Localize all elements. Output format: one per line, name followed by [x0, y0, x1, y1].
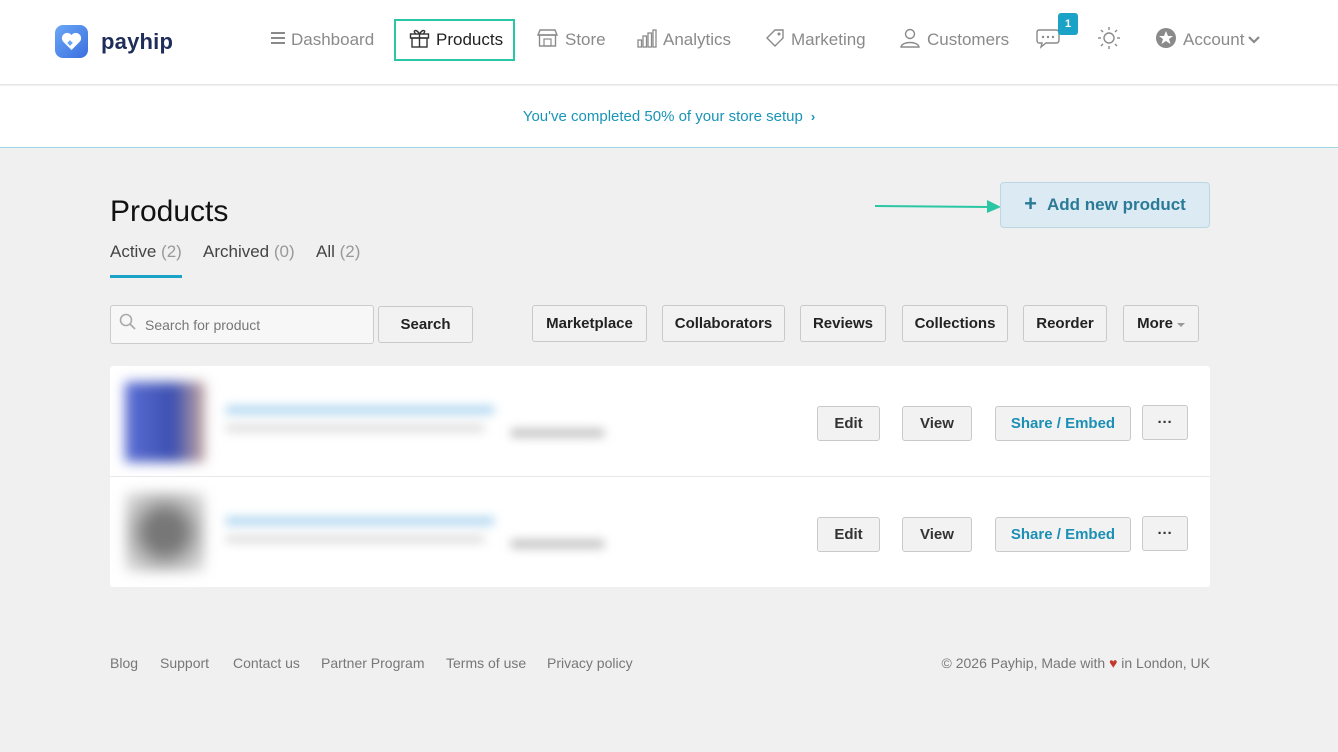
product-list: Edit View Share / Embed ··· Edit View Sh… [110, 366, 1210, 587]
reviews-button[interactable]: Reviews [800, 305, 886, 342]
product-meta-blurred [225, 535, 485, 543]
more-dropdown[interactable]: More [1123, 305, 1199, 342]
collections-button[interactable]: Collections [902, 305, 1008, 342]
footer-link-terms[interactable]: Terms of use [446, 655, 526, 671]
nav-products-label: Products [436, 30, 504, 49]
nav-store[interactable]: Store [536, 20, 606, 60]
product-search-field[interactable] [110, 305, 374, 344]
share-embed-button[interactable]: Share / Embed [995, 406, 1131, 441]
share-embed-button[interactable]: Share / Embed [995, 517, 1131, 552]
edit-button[interactable]: Edit [817, 517, 880, 552]
product-thumbnail [125, 382, 205, 462]
page-title: Products [110, 195, 229, 228]
tab-all-count: (2) [339, 242, 361, 261]
nav-products[interactable]: Products [394, 19, 516, 61]
tab-archived-count: (0) [273, 242, 295, 261]
search-input[interactable] [145, 316, 365, 333]
footer-link-blog[interactable]: Blog [110, 655, 138, 671]
chevron-down-icon [1248, 30, 1266, 50]
nav-account-label: Account [1183, 30, 1245, 49]
setup-banner-text: You've completed 50% of your store setup [522, 108, 803, 125]
footer-link-contact[interactable]: Contact us [233, 655, 300, 671]
hamburger-icon [271, 30, 291, 50]
reorder-button[interactable]: Reorder [1023, 305, 1107, 342]
nav-marketing[interactable]: Marketing [765, 20, 866, 60]
product-price-blurred [510, 429, 605, 437]
arrow-right-icon [874, 196, 1003, 221]
search-icon [119, 313, 137, 336]
row-divider [110, 476, 1210, 477]
sun-icon [1097, 26, 1127, 55]
tab-active[interactable]: Active (2) [110, 242, 182, 262]
active-tab-indicator [110, 275, 182, 278]
footer-link-privacy[interactable]: Privacy policy [547, 655, 633, 671]
tab-active-label: Active [110, 242, 157, 261]
product-title-blurred [225, 517, 495, 525]
marketplace-button[interactable]: Marketplace [532, 305, 647, 342]
edit-button[interactable]: Edit [817, 406, 880, 441]
add-new-product-label: Add new product [1047, 195, 1186, 214]
plus-icon: + [1024, 190, 1038, 216]
brand-name: payhip [101, 28, 174, 54]
nav-analytics[interactable]: Analytics [637, 20, 731, 60]
nav-dashboard-label: Dashboard [291, 30, 375, 49]
row-options-button[interactable]: ··· [1142, 405, 1188, 440]
top-navigation-bar: payhip Dashboard Products Store Analytic… [0, 0, 1338, 85]
add-new-product-button[interactable]: + Add new product [1000, 182, 1210, 228]
nav-analytics-label: Analytics [663, 30, 732, 49]
tab-all[interactable]: All (2) [316, 242, 360, 262]
product-thumbnail [125, 492, 205, 572]
tab-all-label: All [316, 242, 335, 261]
nav-dashboard[interactable]: Dashboard [271, 20, 374, 60]
copyright-prefix: © 2026 Payhip, Made with [941, 655, 1106, 671]
nav-customers[interactable]: Customers [899, 20, 1009, 60]
store-setup-banner[interactable]: You've completed 50% of your store setup… [0, 86, 1338, 148]
heart-icon: ♥ [1109, 655, 1118, 671]
product-price-blurred [510, 540, 605, 548]
analytics-icon [637, 28, 663, 53]
product-meta-blurred [225, 424, 485, 432]
view-button[interactable]: View [902, 517, 972, 552]
view-button[interactable]: View [902, 406, 972, 441]
nav-customers-label: Customers [927, 30, 1010, 49]
caret-down-icon [1176, 315, 1185, 332]
product-title-blurred [225, 406, 495, 414]
row-options-button[interactable]: ··· [1142, 516, 1188, 551]
tab-archived-label: Archived [203, 242, 270, 261]
copyright-notice: © 2026 Payhip, Made with ♥ in London, UK [942, 655, 1210, 671]
nav-account[interactable]: Account [1155, 20, 1266, 60]
brand-logo[interactable]: payhip [55, 25, 173, 58]
tag-icon [765, 28, 791, 53]
payhip-logo-icon [55, 25, 88, 58]
theme-toggle[interactable] [1097, 20, 1127, 60]
copyright-suffix: in London, UK [1121, 655, 1210, 671]
footer-link-support[interactable]: Support [160, 655, 209, 671]
gift-icon [409, 28, 436, 53]
chat-notification-badge: 1 [1058, 13, 1078, 35]
footer-link-partner-program[interactable]: Partner Program [321, 655, 424, 671]
search-button[interactable]: Search [378, 306, 473, 343]
tab-archived[interactable]: Archived (0) [203, 242, 295, 262]
chevron-right-icon: › [810, 109, 816, 124]
tab-active-count: (2) [161, 242, 182, 261]
account-badge-icon [1155, 27, 1183, 54]
nav-marketing-label: Marketing [791, 30, 866, 49]
more-label: More [1137, 315, 1173, 332]
nav-store-label: Store [565, 30, 606, 49]
store-icon [536, 28, 565, 53]
user-icon [899, 28, 927, 53]
collaborators-button[interactable]: Collaborators [662, 305, 785, 342]
